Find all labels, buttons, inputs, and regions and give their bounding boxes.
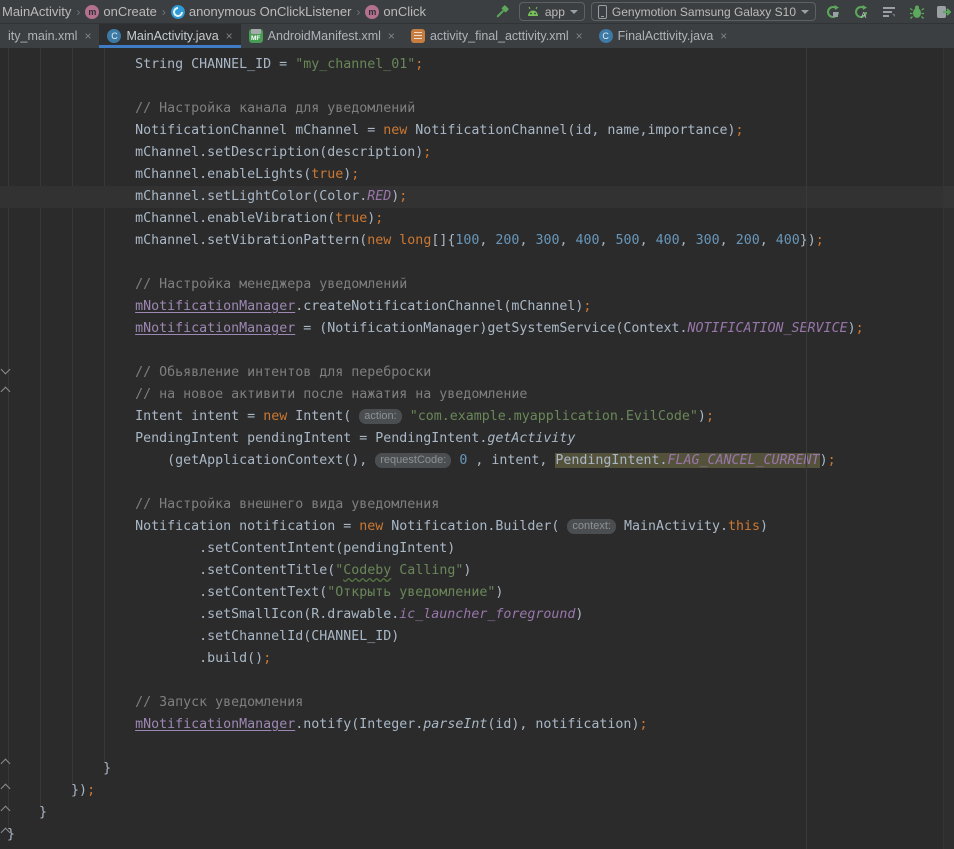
code-line: } bbox=[0, 824, 954, 846]
attach-debugger-icon[interactable] bbox=[934, 2, 952, 22]
code-line: NotificationChannel mChannel = new Notif… bbox=[0, 120, 954, 142]
code-line: mChannel.setLightColor(Color.RED); bbox=[0, 186, 954, 208]
code-line bbox=[0, 670, 954, 692]
code-line: .build(); bbox=[0, 648, 954, 670]
close-icon[interactable]: × bbox=[576, 29, 583, 43]
code-line: mNotificationManager.createNotificationC… bbox=[0, 296, 954, 318]
code-line bbox=[0, 472, 954, 494]
close-icon[interactable]: × bbox=[226, 29, 233, 43]
tab-mainactivity-java[interactable]: C MainActivity.java × bbox=[99, 24, 240, 48]
code-line: // Настройка канала для уведомлений bbox=[0, 98, 954, 120]
breadcrumb: MainActivity › m onCreate › anonymous On… bbox=[0, 0, 428, 23]
code-line: } bbox=[0, 802, 954, 824]
method-icon: m bbox=[85, 5, 99, 19]
right-margin-line bbox=[806, 48, 807, 849]
breadcrumb-label: MainActivity bbox=[2, 4, 71, 19]
device-label: Genymotion Samsung Galaxy S10 bbox=[612, 5, 796, 19]
breadcrumb-separator: › bbox=[159, 5, 169, 19]
code-line: mNotificationManager = (NotificationMana… bbox=[0, 318, 954, 340]
code-line: // на новое активити после нажатия на ув… bbox=[0, 384, 954, 406]
tab-label: activity_final_acttivity.xml bbox=[430, 29, 569, 43]
phone-icon bbox=[598, 5, 607, 19]
manifest-file-icon: MF bbox=[249, 29, 263, 43]
tab-finalacttivity-java[interactable]: C FinalActtivity.java × bbox=[591, 24, 736, 48]
close-icon[interactable]: × bbox=[720, 29, 727, 43]
code-line bbox=[0, 252, 954, 274]
code-line bbox=[0, 340, 954, 362]
method-icon: m bbox=[365, 5, 379, 19]
java-class-icon: C bbox=[107, 29, 121, 43]
breadcrumb-separator: › bbox=[73, 5, 83, 19]
layout-xml-file-icon bbox=[411, 29, 425, 43]
java-class-icon: C bbox=[599, 29, 613, 43]
breadcrumb-label: anonymous OnClickListener bbox=[189, 4, 352, 19]
tab-activity-main-xml[interactable]: ity_main.xml × bbox=[0, 24, 99, 48]
svg-text:A: A bbox=[861, 11, 867, 20]
breadcrumb-separator: › bbox=[353, 5, 363, 19]
code-line: mChannel.enableVibration(true); bbox=[0, 208, 954, 230]
chevron-down-icon bbox=[801, 10, 809, 14]
tab-activity-final-acttivity-xml[interactable]: activity_final_acttivity.xml × bbox=[403, 24, 591, 48]
code-editor[interactable]: String CHANNEL_ID = "my_channel_01"; // … bbox=[0, 48, 954, 849]
anonymous-class-icon bbox=[171, 5, 185, 19]
profiler-icon[interactable] bbox=[878, 2, 900, 22]
code-line bbox=[0, 76, 954, 98]
code-line: .setContentText("Открыть уведомление") bbox=[0, 582, 954, 604]
code-line: .setContentTitle("Codeby Calling") bbox=[0, 560, 954, 582]
build-hammer-icon[interactable] bbox=[491, 2, 513, 22]
tab-label: FinalActtivity.java bbox=[618, 29, 714, 43]
breadcrumb-item-class[interactable]: MainActivity bbox=[0, 4, 73, 19]
device-select[interactable]: Genymotion Samsung Galaxy S10 bbox=[591, 2, 816, 21]
code-line: Intent intent = new Intent( action: "com… bbox=[0, 406, 954, 428]
vertical-scrollbar[interactable] bbox=[943, 48, 954, 849]
editor-tab-bar: ity_main.xml × C MainActivity.java × MF … bbox=[0, 24, 954, 48]
breadcrumb-item-onclick[interactable]: m onClick bbox=[363, 4, 428, 19]
close-icon[interactable]: × bbox=[84, 29, 91, 43]
code-line: // Настройка внешнего вида уведомления bbox=[0, 494, 954, 516]
code-line: .setSmallIcon(R.drawable.ic_launcher_for… bbox=[0, 604, 954, 626]
code-line: mNotificationManager.notify(Integer.pars… bbox=[0, 714, 954, 736]
breadcrumb-item-anonymous[interactable]: anonymous OnClickListener bbox=[169, 4, 354, 19]
apply-code-changes-icon[interactable]: A bbox=[850, 2, 872, 22]
breadcrumb-item-oncreate[interactable]: m onCreate bbox=[83, 4, 158, 19]
code-line: PendingIntent pendingIntent = PendingInt… bbox=[0, 428, 954, 450]
debug-icon[interactable] bbox=[906, 2, 928, 22]
code-line: String CHANNEL_ID = "my_channel_01"; bbox=[0, 54, 954, 76]
breadcrumb-label: onCreate bbox=[103, 4, 156, 19]
apply-changes-icon[interactable] bbox=[822, 2, 844, 22]
chevron-down-icon bbox=[570, 10, 578, 14]
code-line: // Запуск уведомления bbox=[0, 692, 954, 714]
code-line: } bbox=[0, 758, 954, 780]
code-line: }); bbox=[0, 780, 954, 802]
code-line: mChannel.enableLights(true); bbox=[0, 164, 954, 186]
toolbar-controls: app Genymotion Samsung Galaxy S10 A bbox=[491, 0, 954, 23]
close-icon[interactable]: × bbox=[388, 29, 395, 43]
breadcrumb-label: onClick bbox=[383, 4, 426, 19]
run-configuration-select[interactable]: app bbox=[519, 2, 585, 21]
tab-label: MainActivity.java bbox=[126, 29, 218, 43]
code-line: (getApplicationContext(), requestCode: 0… bbox=[0, 450, 954, 472]
android-icon bbox=[526, 6, 540, 18]
code-line bbox=[0, 736, 954, 758]
tab-androidmanifest-xml[interactable]: MF AndroidManifest.xml × bbox=[241, 24, 403, 48]
code-lines: String CHANNEL_ID = "my_channel_01"; // … bbox=[0, 48, 954, 846]
code-line: mChannel.setVibrationPattern(new long[]{… bbox=[0, 230, 954, 252]
code-line: .setChannelId(CHANNEL_ID) bbox=[0, 626, 954, 648]
code-line: // Обьявление интентов для переброски bbox=[0, 362, 954, 384]
code-line: mChannel.setDescription(description); bbox=[0, 142, 954, 164]
code-line: // Настройка менеджера уведомлений bbox=[0, 274, 954, 296]
tab-label: ity_main.xml bbox=[8, 29, 77, 43]
code-line: Notification notification = new Notifica… bbox=[0, 516, 954, 538]
main-toolbar: MainActivity › m onCreate › anonymous On… bbox=[0, 0, 954, 24]
code-line: .setContentIntent(pendingIntent) bbox=[0, 538, 954, 560]
tab-label: AndroidManifest.xml bbox=[268, 29, 381, 43]
run-configuration-label: app bbox=[545, 5, 565, 19]
